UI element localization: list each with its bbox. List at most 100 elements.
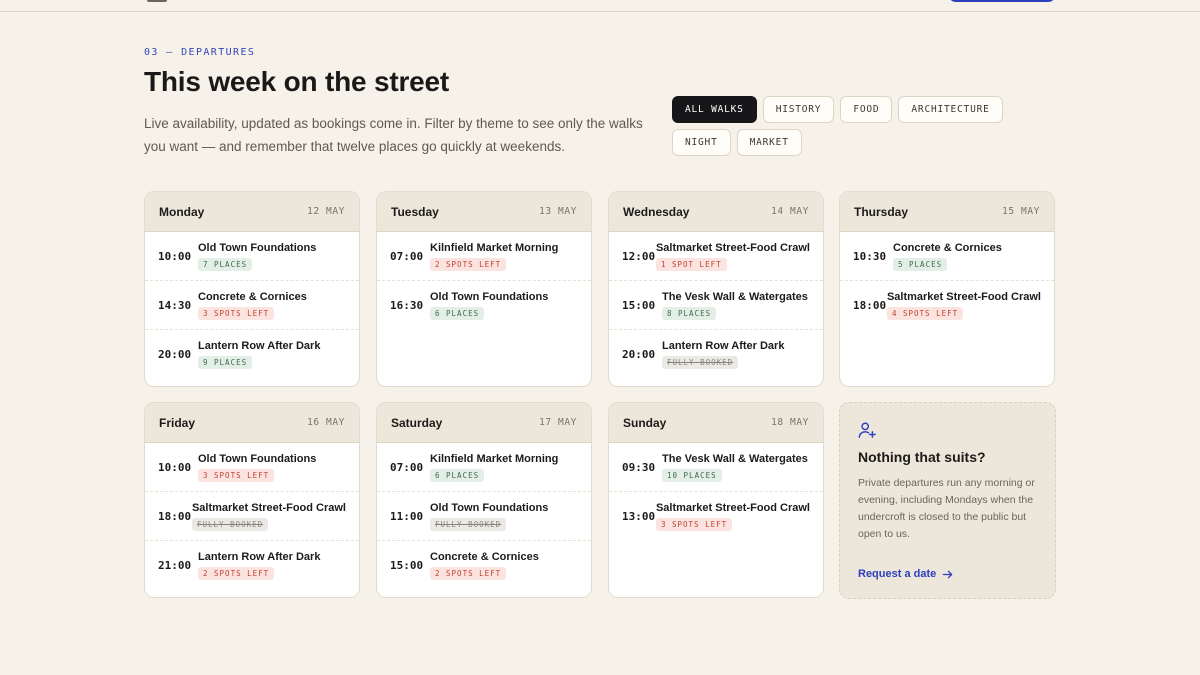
day-card-header: Sunday 18 MAY [609,403,823,443]
departure-time: 09:30 [622,460,656,474]
departure-time: 15:00 [622,298,656,312]
day-date: 17 MAY [539,417,577,428]
day-card-header: Thursday 15 MAY [840,192,1054,232]
day-date: 18 MAY [771,417,809,428]
availability-badge: 6 PLACES [430,307,485,320]
availability-badge: 7 PLACES [198,257,253,271]
filter-chip-history[interactable]: HISTORY [762,96,835,123]
walk-name: Lantern Row After Dark [662,340,785,352]
availability-badge: 2 SPOTS LEFT [430,567,507,580]
suggest-body: Private departures run any morning or ev… [858,477,1035,540]
filter-chip-night[interactable]: NIGHT [672,129,731,156]
departure-time: 10:00 [158,460,192,474]
day-card-header: Wednesday 14 MAY [609,192,823,232]
walk-name: Saltmarket Street-Food Crawl [886,291,1041,303]
day-card-thursday: Thursday 15 MAY 10:30 Concrete & Cornice… [839,191,1055,387]
filter-chip-food[interactable]: FOOD [840,96,893,123]
day-card-friday: Friday 16 MAY 10:00 Old Town Foundations… [144,402,360,598]
departure-slot[interactable]: 20:00 Lantern Row After Dark 9 PLACES [145,330,359,379]
departure-time: 20:00 [622,348,656,361]
filter-chip-architecture[interactable]: ARCHITECTURE [898,96,1003,123]
departure-slot: 11:00 Old Town Foundations FULLY BOOKED [377,492,591,541]
day-card-header: Tuesday 13 MAY [377,192,591,232]
filter-chip-market[interactable]: MARKET [736,129,802,156]
walk-name: The Vesk Wall & Watergates [662,452,808,465]
private-departure-card: Nothing that suits? Private departures r… [839,402,1056,599]
departure-slot[interactable]: 10:00 Old Town Foundations 7 PLACES [145,232,359,281]
section-subtitle: Live availability, updated as bookings c… [144,116,643,154]
departure-time: 16:30 [390,299,424,312]
availability-badge: 3 SPOTS LEFT [655,518,733,531]
availability-badge: 8 PLACES [662,306,717,320]
departure-time: 11:00 [390,509,424,523]
day-date: 13 MAY [539,206,577,217]
availability-badge: 9 PLACES [198,356,253,369]
departure-slot[interactable]: 21:00 Lantern Row After Dark 2 SPOTS LEF… [145,541,359,590]
availability-badge: 3 SPOTS LEFT [198,306,275,320]
walk-name: Lantern Row After Dark [198,551,321,563]
day-name: Tuesday [391,204,439,219]
filter-chip-all-walks[interactable]: ALL WALKS [672,96,757,123]
departure-time: 10:00 [158,249,192,263]
day-card-header: Friday 16 MAY [145,403,359,443]
day-card-wednesday: Wednesday 14 MAY 12:00 Saltmarket Street… [608,191,824,387]
walk-name: Concrete & Cornices [198,290,307,303]
availability-badge: 3 SPOTS LEFT [198,468,275,482]
departure-slot[interactable]: 15:00 Concrete & Cornices 2 SPOTS LEFT [377,541,591,590]
day-name: Sunday [623,415,667,430]
departure-slot[interactable]: 09:30 The Vesk Wall & Watergates 10 PLAC… [609,443,823,492]
day-card-sunday: Sunday 18 MAY 09:30 The Vesk Wall & Wate… [608,402,824,598]
walk-name: Old Town Foundations [430,291,549,303]
availability-badge: 5 PLACES [893,257,948,271]
top-navigation-bar [0,0,1200,12]
day-date: 16 MAY [307,417,345,428]
day-card-header: Monday 12 MAY [145,192,359,232]
departure-slot[interactable]: 10:00 Old Town Foundations 3 SPOTS LEFT [145,443,359,492]
walk-name: Concrete & Cornices [430,551,539,563]
departure-slot[interactable]: 07:00 Kilnfield Market Morning 2 SPOTS L… [377,232,591,281]
departure-slot[interactable]: 07:00 Kilnfield Market Morning 6 PLACES [377,443,591,492]
day-card-saturday: Saturday 17 MAY 07:00 Kilnfield Market M… [376,402,592,598]
departure-slot: 20:00 Lantern Row After Dark FULLY BOOKE… [609,330,823,379]
header-cta-button[interactable] [948,0,1056,2]
page-title: This week on the street [144,66,450,97]
theme-filter-bar: ALL WALKS HISTORY FOOD ARCHITECTURE NIGH… [672,96,1062,156]
walk-name: Old Town Foundations [430,501,549,514]
walk-name: Saltmarket Street-Food Crawl [191,501,346,514]
request-date-link[interactable]: Request a date [858,568,953,580]
departure-slot[interactable]: 10:30 Concrete & Cornices 5 PLACES [840,232,1054,281]
logo[interactable] [147,0,167,2]
day-card-monday: Monday 12 MAY 10:00 Old Town Foundations… [144,191,360,387]
departure-time: 20:00 [158,348,192,361]
day-card-tuesday: Tuesday 13 MAY 07:00 Kilnfield Market Mo… [376,191,592,387]
departure-time: 13:00 [622,510,656,523]
departure-slot[interactable]: 14:30 Concrete & Cornices 3 SPOTS LEFT [145,281,359,330]
walk-name: Saltmarket Street-Food Crawl [655,502,810,514]
request-date-label: Request a date [858,568,937,580]
availability-badge: 4 SPOTS LEFT [886,307,964,320]
walk-name: Old Town Foundations [198,241,317,254]
departure-time: 21:00 [158,559,192,572]
availability-badge: FULLY BOOKED [191,517,269,531]
add-user-icon [858,422,876,438]
day-name: Thursday [854,204,909,219]
availability-badge: 2 SPOTS LEFT [198,567,275,580]
availability-badge: 10 PLACES [662,468,722,482]
departure-slot[interactable]: 18:00 Saltmarket Street-Food Crawl 4 SPO… [840,281,1054,330]
availability-badge: FULLY BOOKED [662,356,739,369]
availability-badge: 2 SPOTS LEFT [430,257,507,271]
departure-time: 15:00 [390,559,424,572]
departure-slot[interactable]: 15:00 The Vesk Wall & Watergates 8 PLACE… [609,281,823,330]
departure-slot[interactable]: 13:00 Saltmarket Street-Food Crawl 3 SPO… [609,492,823,541]
day-date: 15 MAY [1002,206,1040,217]
departure-time: 12:00 [622,249,656,263]
day-date: 14 MAY [771,206,809,217]
day-name: Wednesday [623,204,690,219]
departure-slot[interactable]: 12:00 Saltmarket Street-Food Crawl 1 SPO… [609,232,823,281]
departure-time: 18:00 [158,509,192,523]
availability-badge: FULLY BOOKED [430,517,507,531]
departure-slot[interactable]: 16:30 Old Town Foundations 6 PLACES [377,281,591,330]
day-name: Monday [159,204,205,219]
walk-name: Kilnfield Market Morning [430,452,559,465]
departure-slot: 18:00 Saltmarket Street-Food Crawl FULLY… [145,492,359,541]
